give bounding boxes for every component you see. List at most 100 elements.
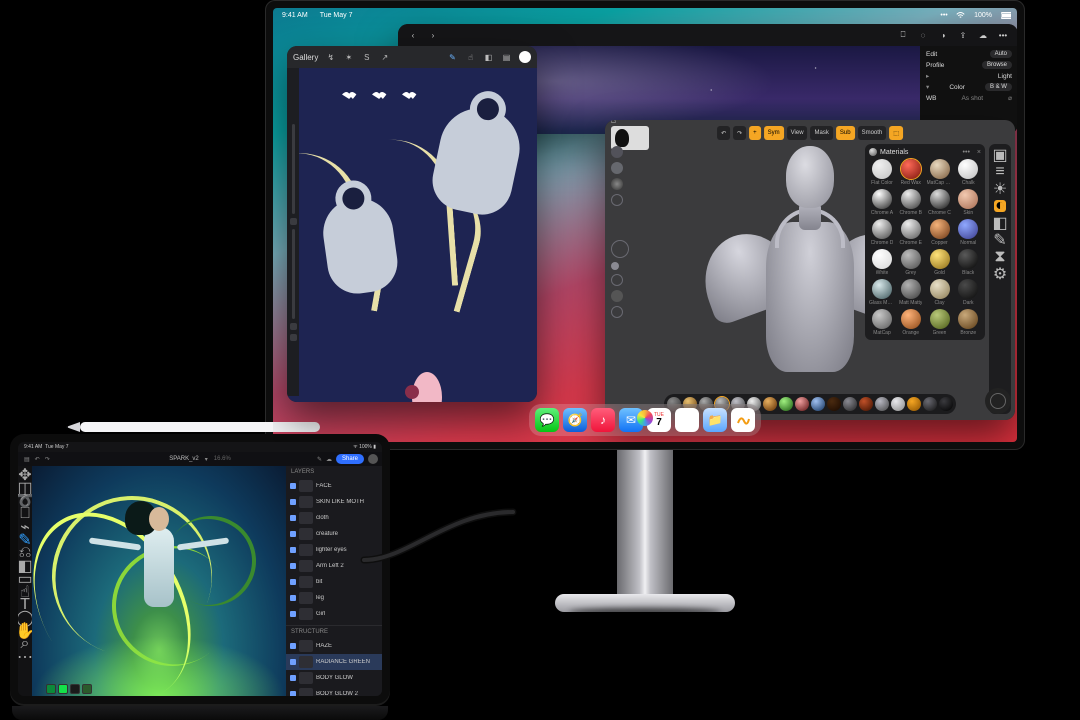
select-icon[interactable]: S [361, 52, 372, 63]
tool-dot[interactable] [611, 306, 623, 318]
symmetry-icon[interactable]: ⧗ [994, 251, 1006, 263]
redo-button[interactable] [290, 334, 297, 341]
brush-preset[interactable] [939, 397, 953, 411]
lasso-tool-icon[interactable]: ➰ [21, 497, 29, 505]
visibility-toggle[interactable] [290, 643, 296, 649]
cloud-icon[interactable]: ☁︎ [976, 28, 990, 42]
zoom-label[interactable]: 16.6% [214, 456, 231, 462]
light-section[interactable]: Light [998, 73, 1012, 80]
materials-panel[interactable]: Materials•••× Flat ColorRed WaxMatCap Re… [865, 144, 985, 340]
material-swatch[interactable]: Glass Matty [869, 279, 895, 306]
wifi-icon[interactable] [955, 12, 965, 19]
dock-app-photos[interactable] [675, 408, 699, 432]
sculpt-viewport[interactable]: ⌂ ↶ ↷ + Sym [605, 120, 1015, 420]
layer-row[interactable]: Girl [286, 606, 382, 622]
mask-button[interactable]: Mask [811, 126, 833, 140]
color-section[interactable]: Color [949, 84, 965, 91]
dock-app-music[interactable]: ♪ [591, 408, 615, 432]
comment-icon[interactable]: ✎ [317, 456, 322, 463]
sym-button[interactable]: Sym [764, 126, 784, 140]
color-swatch[interactable] [82, 684, 92, 694]
material-icon[interactable]: ◐ [994, 200, 1006, 212]
settings-icon[interactable]: ⚙︎ [994, 268, 1006, 280]
brush-preset[interactable] [827, 397, 841, 411]
undo-button[interactable] [290, 323, 297, 330]
visibility-toggle[interactable] [290, 595, 296, 601]
visibility-toggle[interactable] [290, 659, 296, 665]
tool-dot[interactable] [611, 194, 623, 206]
layer-row[interactable]: leg [286, 590, 382, 606]
size-slider[interactable] [292, 124, 295, 214]
document-title[interactable]: SPARK_v2 [169, 456, 199, 462]
avatar-icon[interactable] [368, 454, 378, 464]
tool-dot[interactable] [611, 262, 619, 270]
overflow-icon[interactable]: ••• [996, 28, 1010, 42]
undo-button[interactable]: ↶ [717, 126, 730, 140]
material-swatch[interactable]: Normal [956, 219, 982, 246]
sculpt-window[interactable]: ⌂ ↶ ↷ + Sym [605, 120, 1015, 420]
smooth-button[interactable]: Smooth [858, 126, 887, 140]
material-swatch[interactable]: Grey [898, 249, 924, 276]
add-button[interactable]: + [749, 126, 761, 140]
layers-icon[interactable]: ▤ [501, 52, 512, 63]
material-swatch[interactable]: Bronze [956, 309, 982, 336]
material-swatch[interactable]: Chrome B [898, 189, 924, 216]
material-swatch[interactable]: Copper [927, 219, 953, 246]
visibility-toggle[interactable] [290, 691, 296, 696]
material-swatch[interactable]: Gold [927, 249, 953, 276]
back-icon[interactable]: ‹ [406, 28, 420, 42]
wireframe-button[interactable]: ⬚ [889, 126, 903, 140]
tool-dot[interactable] [611, 162, 623, 174]
visibility-toggle[interactable] [290, 675, 296, 681]
heal-icon[interactable]: ◌ [916, 28, 930, 42]
procreate-window[interactable]: Gallery ↯ ✶ S ↗ ✎ ☝︎ ◧ ▤ [287, 46, 537, 402]
undo-icon[interactable]: ↶ [35, 456, 40, 463]
paint-icon[interactable]: ✎ [994, 234, 1006, 246]
gallery-button[interactable]: Gallery [293, 53, 318, 62]
view-button[interactable]: View [787, 126, 808, 140]
dock-app-messages[interactable]: 💬 [535, 408, 559, 432]
brush-preset[interactable] [923, 397, 937, 411]
profile-browse-button[interactable]: Browse [982, 61, 1012, 69]
hand-tool-icon[interactable]: ✋ [21, 627, 29, 635]
color-icon[interactable] [519, 51, 531, 63]
forward-icon[interactable]: › [426, 28, 440, 42]
adjust-icon[interactable]: ✶ [343, 52, 354, 63]
color-swatch[interactable] [70, 684, 80, 694]
share-icon[interactable]: ⇪ [956, 28, 970, 42]
brush-preset[interactable] [907, 397, 921, 411]
material-swatch[interactable]: Chrome A [869, 189, 895, 216]
material-swatch[interactable]: Chrome C [927, 189, 953, 216]
modify-icon[interactable]: ↯ [325, 52, 336, 63]
light-icon[interactable]: ☀︎ [994, 183, 1006, 195]
mask-icon[interactable]: ◑ [936, 28, 950, 42]
crop-icon[interactable]: ⎕ [896, 28, 910, 42]
panel-overflow-icon[interactable]: ••• [963, 149, 970, 156]
material-swatch[interactable]: Black [956, 249, 982, 276]
auto-button[interactable]: Auto [990, 50, 1012, 58]
brush-preset[interactable] [795, 397, 809, 411]
brush-preset[interactable] [891, 397, 905, 411]
material-swatch[interactable]: MatCap Re… [927, 159, 953, 186]
home-icon[interactable]: ⌂ [611, 120, 621, 126]
brush-preset[interactable] [843, 397, 857, 411]
brush-radius[interactable] [611, 240, 629, 258]
more-tool-icon[interactable]: ⋯ [21, 653, 29, 661]
layer-row[interactable]: RADIANCE GREEN [286, 654, 382, 670]
material-swatch[interactable]: Dark [956, 279, 982, 306]
color-swatch[interactable] [46, 684, 56, 694]
material-swatch[interactable]: Matt Matty [898, 279, 924, 306]
material-swatch[interactable]: Clay [927, 279, 953, 306]
smudge-tool-icon[interactable]: ☝︎ [21, 588, 29, 596]
tool-dot[interactable] [611, 178, 623, 190]
share-button[interactable]: Share [336, 454, 364, 464]
bw-toggle[interactable]: B & W [985, 83, 1012, 91]
brush-preset[interactable] [763, 397, 777, 411]
brush-preset[interactable] [811, 397, 825, 411]
material-swatch[interactable]: Skin [956, 189, 982, 216]
brush-icon[interactable]: ✎ [447, 52, 458, 63]
material-swatch[interactable]: White [869, 249, 895, 276]
material-swatch[interactable]: Green [927, 309, 953, 336]
material-swatch[interactable]: Chrome E [898, 219, 924, 246]
tool-dot[interactable] [611, 274, 623, 286]
